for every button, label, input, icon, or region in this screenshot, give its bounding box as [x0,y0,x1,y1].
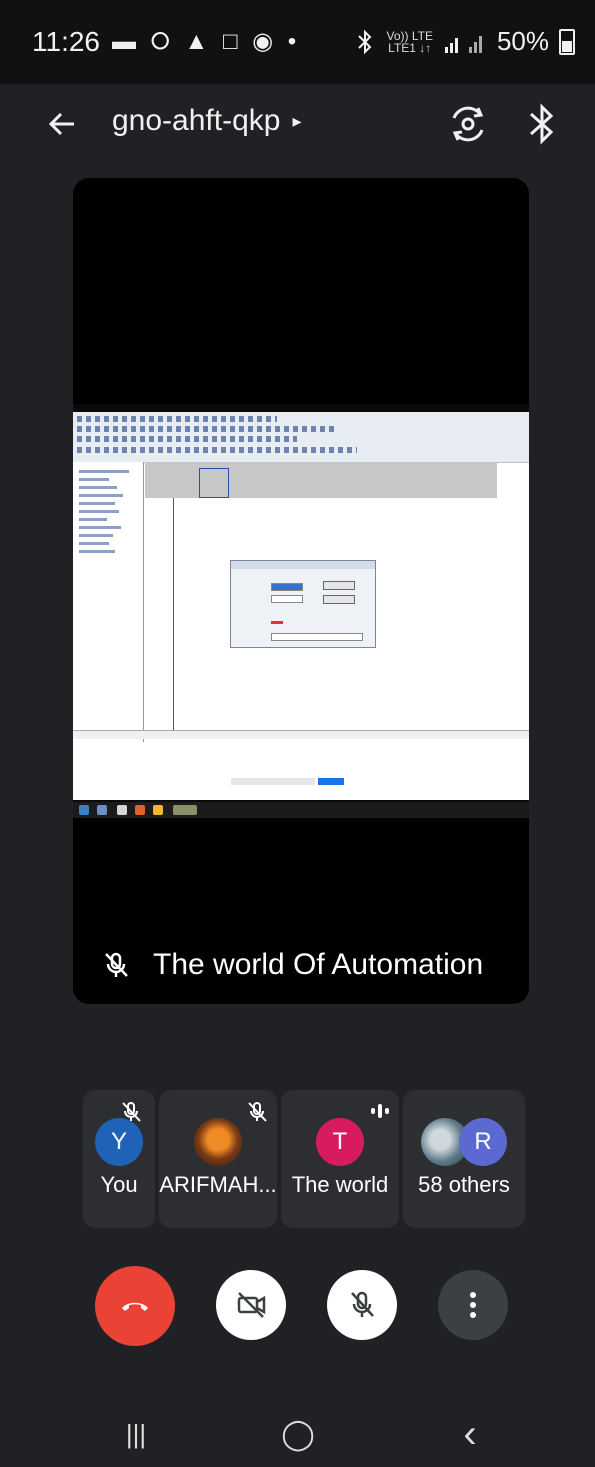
tree-item [79,526,121,529]
back-icon: ‹ [463,1411,477,1456]
nav-back-button[interactable]: ‹ [440,1411,500,1456]
mic-off-icon [248,1102,267,1122]
audio-device-button[interactable] [518,96,566,152]
tree-item [79,486,117,489]
meeting-code-button[interactable]: gno-ahft-qkp ▸ [112,104,302,138]
meeting-code: gno-ahft-qkp [112,104,281,137]
dialog-button [323,581,355,590]
speaking-indicator-icon [371,1104,389,1118]
end-call-icon [122,1302,148,1311]
participant-name: The world [291,1172,389,1197]
participant-tile-others[interactable]: R 58 others [403,1090,525,1228]
bluetooth-icon [529,103,554,145]
tree-item [79,494,123,497]
app-toolbar [73,412,529,463]
chevron-right-icon: ▸ [292,110,302,131]
participant-name: 58 others [418,1172,510,1197]
share-notice-text [231,778,315,785]
app-status-bar [73,730,529,739]
avatar: T [316,1118,364,1166]
presenter-name: The world Of Automation [153,948,484,981]
toolbar-row [77,426,337,432]
tree-item [79,478,109,481]
shared-screen [73,404,529,818]
mic-off-icon [351,1291,374,1317]
toolbar-row [77,447,357,453]
mic-off-icon [105,952,128,977]
avatar: R [459,1118,507,1166]
tree-item [79,534,113,537]
taskbar-icon [79,805,89,815]
arrow-left-icon [48,112,74,136]
notification-icons: ▬ ⭘ ▲ □ ◉ • [112,28,301,55]
tree-item [79,470,129,473]
call-controls [0,1266,595,1350]
switch-camera-button[interactable] [440,96,496,152]
dialog-title-bar [231,561,375,569]
dialog-field [271,595,303,603]
back-button[interactable] [38,100,86,148]
dialog-button [323,595,355,604]
ladder-rail [173,498,174,730]
tree-item [79,502,115,505]
switch-camera-icon [452,106,484,142]
tree-item [79,542,109,545]
mic-toggle-button[interactable] [327,1270,397,1340]
share-notice-bar [73,742,529,800]
camera-off-icon [237,1292,266,1318]
status-bar: 11:26 ▬ ⭘ ▲ □ ◉ • Vo)) LTE LTE1 ↓↑ 50% [0,0,595,84]
selected-cell [199,468,229,498]
recents-icon: ||| [125,1418,147,1449]
project-tree [73,462,144,742]
shared-app-window [73,412,529,800]
presenter-video-tile[interactable]: The world Of Automation [73,178,529,1004]
participant-name: ARIFMAH... [159,1172,277,1197]
call-top-bar: gno-ahft-qkp ▸ [0,84,595,174]
toolbar-row [77,436,297,442]
system-nav-bar: ||| ◯ ‹ [0,1400,595,1467]
home-button[interactable]: ◯ [268,1414,328,1454]
participant-tile-you[interactable]: Y You [83,1090,155,1228]
taskbar-icon [173,805,197,815]
avatar: Y [95,1118,143,1166]
presenter-label: The world Of Automation [101,948,483,982]
status-right: Vo)) LTE LTE1 ↓↑ 50% [354,26,575,57]
tree-item [79,510,119,513]
tree-item [79,518,107,521]
avatar-initial: T [332,1128,348,1155]
participant-tile-arifmah[interactable]: ARIFMAH... [159,1090,277,1228]
battery-icon [559,28,575,55]
participant-name: You [100,1172,138,1197]
taskbar-icon [117,805,127,815]
recents-button[interactable]: ||| [106,1414,166,1454]
more-vertical-icon [470,1292,476,1318]
taskbar-icon [97,805,107,815]
status-time: 11:26 [32,26,100,57]
signal-icon [444,35,482,53]
dialog-status-text [271,621,283,624]
stop-sharing-button [318,778,344,785]
avatar-initial: Y [110,1128,127,1155]
more-options-button[interactable] [438,1270,508,1340]
dialog-box [230,560,376,648]
avatar-initial: R [474,1128,492,1155]
dialog-field [271,583,303,591]
end-call-button[interactable] [95,1266,175,1346]
battery-percent: 50% [496,26,549,56]
participant-tile-the-world[interactable]: T The world [281,1090,399,1228]
taskbar-icon [135,805,145,815]
toolbar-row [77,416,277,422]
ladder-rung-area [145,462,497,498]
desktop-taskbar [73,802,529,818]
camera-toggle-button[interactable] [216,1270,286,1340]
tree-item [79,550,115,553]
home-icon: ◯ [281,1417,315,1451]
network-type: Vo)) LTE LTE1 ↓↑ [386,30,432,54]
network-type-bottom: LTE1 ↓↑ [388,40,432,55]
taskbar-icon [153,805,163,815]
dialog-field [271,633,363,641]
bluetooth-status-icon [358,29,372,54]
avatar-photo [194,1118,242,1166]
participants-strip: Y You ARIFMAH... T The world R 58 others [83,1090,525,1228]
